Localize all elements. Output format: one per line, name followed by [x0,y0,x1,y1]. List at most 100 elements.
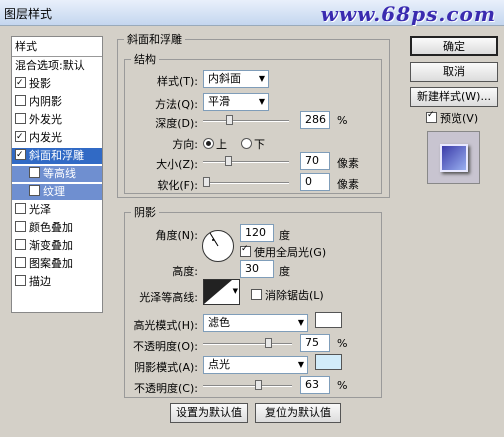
size-slider-thumb[interactable] [225,156,233,166]
cancel-button[interactable]: 取消 [410,62,498,82]
styles-header[interactable]: 样式 [12,37,102,57]
shadow-mode-label: 阴影模式(A): [134,361,198,374]
soften-slider-track[interactable] [203,182,289,184]
shadow-opacity-thumb[interactable] [254,380,262,390]
highlight-opacity-thumb[interactable] [264,338,272,348]
shadow-opacity-input[interactable]: 63 [300,376,330,394]
chevron-down-icon: ▼ [258,97,265,106]
angle-input[interactable]: 120 [240,224,274,242]
depth-unit: % [337,114,348,127]
soften-unit: 像素 [337,178,359,191]
style-item-label: 光泽 [29,203,51,216]
soften-input[interactable]: 0 [300,173,330,191]
checkbox-icon[interactable] [15,239,26,250]
style-item-label: 图案叠加 [29,257,73,270]
style-item-12[interactable]: 描边 [12,274,102,290]
checkbox-icon [426,110,437,123]
reset-default-button[interactable]: 复位为默认值 [255,403,341,423]
soften-label: 软化(F): [157,179,198,192]
size-input[interactable]: 70 [300,152,330,170]
angle-unit: 度 [279,229,290,242]
checkbox-icon[interactable] [15,75,26,91]
style-item-10[interactable]: 渐变叠加 [12,238,102,254]
set-default-button[interactable]: 设置为默认值 [170,403,248,423]
checkbox-icon[interactable] [15,147,26,163]
style-item-3[interactable]: 外发光 [12,112,102,128]
antialias-checkbox[interactable]: 消除锯齿(L) [251,287,324,303]
checkbox-icon[interactable] [29,167,40,178]
size-unit: 像素 [337,157,359,170]
shadow-opacity-track[interactable] [203,385,292,387]
depth-slider-thumb[interactable] [225,115,233,125]
style-label: 样式(T): [156,75,198,88]
technique-select[interactable]: 平滑 ▼ [203,93,269,111]
checkbox-icon[interactable] [15,113,26,124]
style-item-label: 混合选项:默认 [15,59,85,72]
bevel-emboss-title: 斜面和浮雕 [124,31,185,47]
size-label: 大小(Z): [156,158,198,171]
chevron-down-icon: ▼ [297,318,304,327]
radio-icon [241,138,252,149]
style-item-label: 外发光 [29,113,62,126]
depth-slider-track[interactable] [203,120,289,122]
style-item-2[interactable]: 内阴影 [12,94,102,110]
style-item-7[interactable]: 纹理 [12,184,102,200]
style-item-1[interactable]: 投影 [12,75,102,92]
gloss-contour-picker[interactable]: ▼ [203,279,240,305]
shadow-opacity-unit: % [337,379,348,392]
highlight-opacity-track[interactable] [203,343,292,345]
gloss-contour-label: 光泽等高线: [139,291,198,304]
altitude-input[interactable]: 30 [240,260,274,278]
checkbox-icon[interactable] [15,203,26,214]
shading-title: 阴影 [131,204,159,220]
global-light-checkbox[interactable]: 使用全局光(G) [240,244,326,260]
highlight-mode-label: 高光模式(H): [133,319,198,332]
ok-button[interactable]: 确定 [410,36,498,56]
highlight-opacity-unit: % [337,337,348,350]
checkbox-icon[interactable] [15,221,26,232]
style-item-label: 投影 [29,77,51,90]
style-item-9[interactable]: 颜色叠加 [12,220,102,236]
chevron-down-icon: ▼ [297,360,304,369]
style-item-label: 渐变叠加 [29,239,73,252]
checkbox-icon[interactable] [15,129,26,145]
checkbox-icon[interactable] [15,95,26,106]
style-item-label: 内发光 [29,131,62,144]
angle-dial[interactable] [202,230,234,262]
style-item-0[interactable]: 混合选项:默认 [12,58,102,74]
style-item-11[interactable]: 图案叠加 [12,256,102,272]
structure-title: 结构 [131,51,159,67]
checkbox-icon[interactable] [29,185,40,196]
altitude-unit: 度 [279,265,290,278]
new-style-button[interactable]: 新建样式(W)... [410,87,498,107]
direction-up-radio[interactable]: 上 [203,136,227,152]
chevron-down-icon: ▼ [232,287,238,295]
style-item-label: 等高线 [43,167,76,180]
highlight-color-swatch[interactable] [315,312,342,328]
checkbox-icon[interactable] [15,275,26,286]
highlight-opacity-label: 不透明度(O): [133,340,198,353]
chevron-down-icon: ▼ [258,74,265,83]
size-slider-track[interactable] [203,161,289,163]
style-item-8[interactable]: 光泽 [12,202,102,218]
highlight-mode-select[interactable]: 滤色 ▼ [203,314,308,332]
shadow-color-swatch[interactable] [315,354,342,370]
highlight-opacity-input[interactable]: 75 [300,334,330,352]
watermark: www.68ps.com [320,2,496,26]
preview-checkbox[interactable]: 预览(V) [426,110,478,126]
style-select[interactable]: 内斜面 ▼ [203,70,269,88]
shadow-mode-select[interactable]: 点光 ▼ [203,356,308,374]
checkbox-icon[interactable] [15,257,26,268]
direction-down-radio[interactable]: 下 [241,136,265,152]
style-item-label: 内阴影 [29,95,62,108]
window-title: 图层样式 [4,7,53,21]
style-item-6[interactable]: 等高线 [12,166,102,182]
depth-input[interactable]: 286 [300,111,330,129]
depth-label: 深度(D): [155,117,198,130]
soften-slider-thumb[interactable] [203,177,210,187]
style-item-4[interactable]: 内发光 [12,129,102,146]
style-item-label: 斜面和浮雕 [29,149,84,162]
style-item-label: 颜色叠加 [29,221,73,234]
angle-crosshair-icon [209,232,219,247]
style-item-5[interactable]: 斜面和浮雕 [12,147,102,164]
